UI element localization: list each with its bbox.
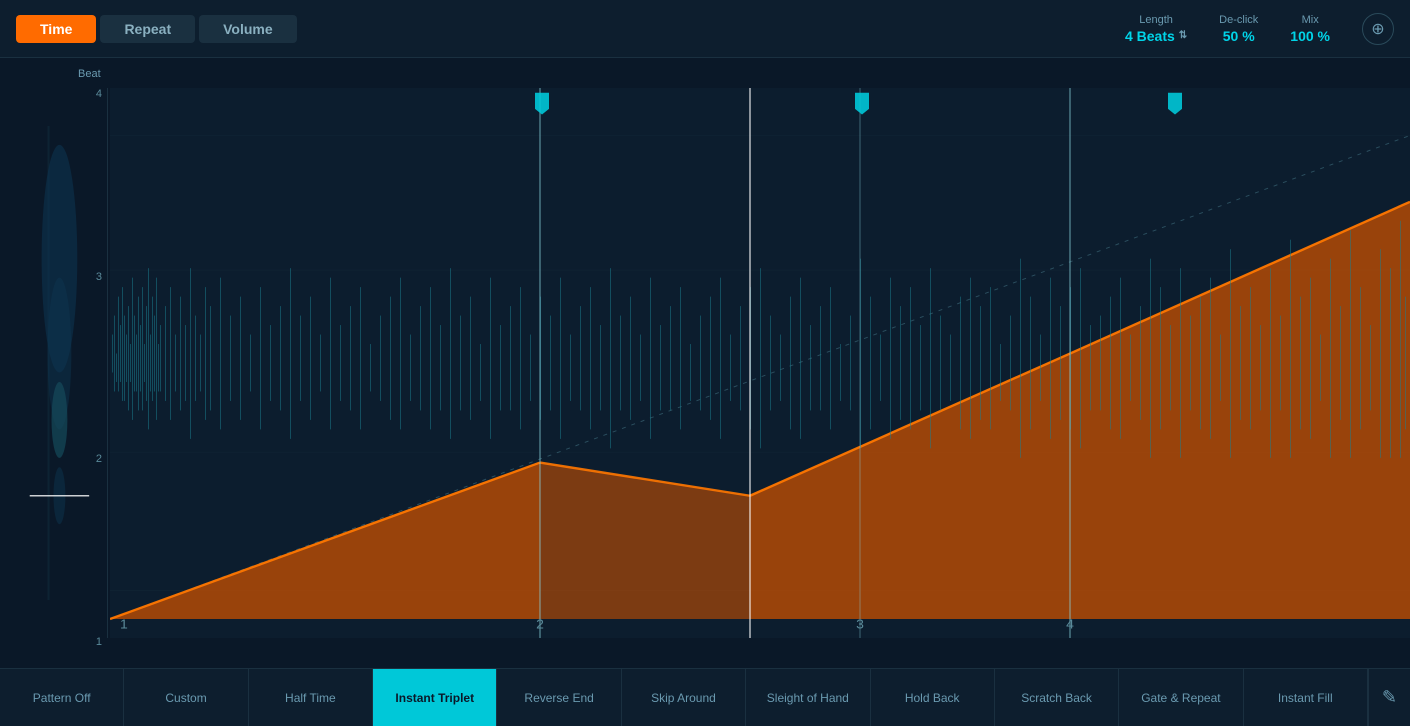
btn-scratch-back[interactable]: Scratch Back [995, 669, 1119, 726]
tab-repeat[interactable]: Repeat [100, 15, 195, 43]
btn-custom[interactable]: Custom [124, 669, 248, 726]
svg-text:2: 2 [536, 617, 544, 632]
tab-group: Time Repeat Volume [16, 15, 297, 43]
svg-text:4: 4 [1066, 617, 1074, 632]
declick-value[interactable]: 50 % [1223, 28, 1255, 44]
y-label-3: 3 [78, 271, 108, 283]
svg-text:1: 1 [120, 617, 128, 632]
y-label-1: 1 [78, 636, 108, 648]
bottom-toolbar: Pattern Off Custom Half Time Instant Tri… [0, 668, 1410, 726]
length-control: Length 4 Beats ⇅ [1125, 14, 1187, 44]
y-axis: 4 3 2 1 [78, 58, 108, 668]
mix-control: Mix 100 % [1290, 14, 1330, 44]
mix-value[interactable]: 100 % [1290, 28, 1330, 44]
y-label-4: 4 [78, 88, 108, 100]
y-label-2: 2 [78, 453, 108, 465]
btn-sleight-of-hand[interactable]: Sleight of Hand [746, 669, 870, 726]
header: Time Repeat Volume Length 4 Beats ⇅ De-c… [0, 0, 1410, 58]
header-controls: Length 4 Beats ⇅ De-click 50 % Mix 100 %… [1125, 13, 1394, 45]
btn-reverse-end[interactable]: Reverse End [497, 669, 621, 726]
length-arrows: ⇅ [1179, 30, 1187, 41]
mix-label: Mix [1302, 14, 1319, 26]
btn-pattern-off[interactable]: Pattern Off [0, 669, 124, 726]
waveform-display[interactable]: generates waveform bars [110, 88, 1410, 638]
svg-text:3: 3 [856, 617, 864, 632]
btn-instant-fill[interactable]: Instant Fill [1244, 669, 1368, 726]
btn-skip-around[interactable]: Skip Around [622, 669, 746, 726]
tab-time[interactable]: Time [16, 15, 96, 43]
edit-button[interactable]: ✎ [1368, 669, 1410, 726]
btn-hold-back[interactable]: Hold Back [871, 669, 995, 726]
length-value[interactable]: 4 Beats ⇅ [1125, 28, 1187, 44]
btn-half-time[interactable]: Half Time [249, 669, 373, 726]
btn-instant-triplet[interactable]: Instant Triplet [373, 669, 497, 726]
btn-gate-repeat[interactable]: Gate & Repeat [1119, 669, 1243, 726]
length-label: Length [1139, 14, 1173, 26]
tab-volume[interactable]: Volume [199, 15, 297, 43]
more-button[interactable]: ⊕ [1362, 13, 1394, 45]
declick-control: De-click 50 % [1219, 14, 1258, 44]
main-waveform-area: Beat 4 3 2 1 [0, 58, 1410, 668]
declick-label: De-click [1219, 14, 1258, 26]
